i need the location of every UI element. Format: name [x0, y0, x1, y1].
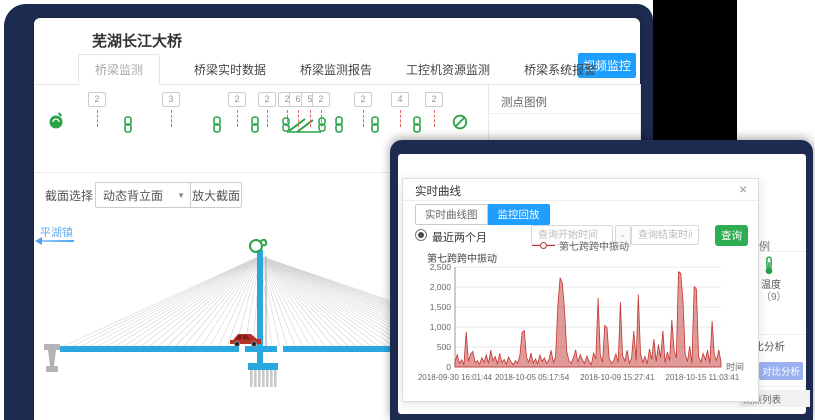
car	[230, 334, 261, 347]
sensor-count-badge: 3	[162, 92, 180, 107]
strip-separator	[753, 386, 806, 387]
compare-analysis-button[interactable]: 对比分析	[759, 362, 803, 380]
sensor-count-badge: 2	[312, 92, 330, 107]
screenshot-stage: 芜湖长江大桥 视频监控 桥梁监测桥梁实时数据桥梁监测报告工控机资源监测桥梁系统报…	[0, 0, 815, 420]
playback-chart: 0 500 1,000 1,500 2,000 2,500 2018-09-30 16:01…	[411, 263, 755, 395]
temperature-count: （9）	[761, 288, 787, 303]
svg-text:0: 0	[446, 362, 451, 372]
tab-4[interactable]: 桥梁系统报警	[524, 55, 596, 84]
modal-title: 实时曲线	[415, 183, 461, 199]
strip-separator	[753, 251, 806, 252]
sensor-count-badge: 4	[391, 92, 409, 107]
section-select-value: 动态背立面	[103, 187, 163, 204]
sensor-count-marker[interactable]: 2	[312, 92, 330, 127]
sensor-count-marker[interactable]: 2	[425, 92, 443, 127]
svg-text:500: 500	[437, 342, 451, 352]
sensor-count-marker[interactable]: 2	[258, 92, 276, 127]
dashed-tick-icon	[97, 110, 98, 127]
tab-0[interactable]: 桥梁监测	[78, 54, 160, 85]
chevron-down-icon: ▼	[177, 191, 185, 200]
dashed-tick-icon	[310, 110, 311, 127]
strip-separator	[753, 334, 806, 335]
svg-text:1,500: 1,500	[430, 302, 452, 312]
legend-panel-separator	[489, 113, 640, 114]
tab-2[interactable]: 桥梁监测报告	[300, 55, 372, 84]
dashed-tick-icon	[171, 110, 172, 127]
dashed-tick-icon	[434, 110, 435, 127]
dashed-tick-icon	[267, 110, 268, 127]
page-title: 芜湖长江大桥	[92, 30, 182, 51]
radio-dot	[418, 232, 424, 238]
legend-series-name: 第七跨跨中振动	[559, 238, 629, 253]
dashed-tick-icon	[363, 110, 364, 127]
dashed-tick-icon	[287, 110, 288, 127]
legend-marker-icon	[532, 242, 555, 249]
enlarge-section-button[interactable]: 放大截面	[190, 182, 242, 208]
svg-text:2018-10-05 05:17:54: 2018-10-05 05:17:54	[495, 373, 570, 382]
modal-tabs: 实时曲线图监控回放	[415, 204, 550, 223]
svg-text:2018-10-09 15:27:41: 2018-10-09 15:27:41	[580, 373, 655, 382]
svg-text:时间: 时间	[726, 361, 744, 372]
gauge-icon[interactable]	[48, 112, 65, 130]
chain-sensor-icon[interactable]	[212, 116, 222, 133]
bridge-abutment	[44, 344, 60, 372]
ban-icon[interactable]	[452, 114, 468, 130]
modal-tab-0[interactable]: 实时曲线图	[415, 204, 488, 225]
dashed-tick-icon	[237, 110, 238, 127]
dashed-tick-icon	[298, 110, 299, 127]
thermometer-icon[interactable]	[763, 256, 775, 275]
sensor-count-marker[interactable]: 2	[88, 92, 106, 127]
chain-sensor-icon[interactable]	[412, 116, 422, 133]
svg-text:2,500: 2,500	[430, 263, 452, 272]
sensor-count-badge: 2	[425, 92, 443, 107]
svg-text:2018-09-30 16:01:44: 2018-09-30 16:01:44	[418, 373, 493, 382]
chain-sensor-icon[interactable]	[370, 116, 380, 133]
dashed-tick-icon	[321, 110, 322, 127]
sensor-count-badge: 2	[258, 92, 276, 107]
modal-tab-1[interactable]: 监控回放	[488, 204, 550, 225]
legend-panel-title: 测点图例	[501, 94, 547, 110]
svg-text:1,000: 1,000	[430, 322, 452, 332]
sensor-count-marker[interactable]: 2	[228, 92, 246, 127]
modal-header: 实时曲线 ×	[403, 179, 758, 201]
right-panel-strip: 例 温度 （9） 对比分析 对比分析 测点列表	[753, 154, 806, 414]
dashed-tick-icon	[400, 110, 401, 127]
sensor-count-badge: 2	[88, 92, 106, 107]
main-tabs: 桥梁监测 桥梁实时数据 桥梁监测报告 工控机资源监测 桥梁系统报警	[34, 57, 640, 85]
tab-1[interactable]: 桥梁实时数据	[194, 55, 266, 84]
close-icon[interactable]: ×	[739, 181, 747, 197]
realtime-curve-modal: 实时曲线 × 实时曲线图监控回放 最近两个月 - 查询 第七跨跨中振动 第七跨跨…	[402, 178, 759, 402]
sensor-count-marker[interactable]: 4	[391, 92, 409, 127]
chain-sensor-icon[interactable]	[123, 116, 133, 133]
tab-3[interactable]: 工控机资源监测	[406, 55, 490, 84]
section-select-dropdown[interactable]: 动态背立面 ▼	[95, 182, 193, 208]
sensor-count-marker[interactable]: 3	[162, 92, 180, 127]
sensor-count-badge: 2	[354, 92, 372, 107]
chain-sensor-icon[interactable]	[334, 116, 344, 133]
svg-text:2018-10-15 11:03:41: 2018-10-15 11:03:41	[666, 373, 740, 382]
backdrop-black-block	[653, 0, 737, 142]
svg-text:2,000: 2,000	[430, 282, 452, 292]
sensor-count-badge: 2	[228, 92, 246, 107]
bridge-pier	[248, 363, 278, 387]
chart-legend[interactable]: 第七跨跨中振动	[403, 240, 758, 250]
